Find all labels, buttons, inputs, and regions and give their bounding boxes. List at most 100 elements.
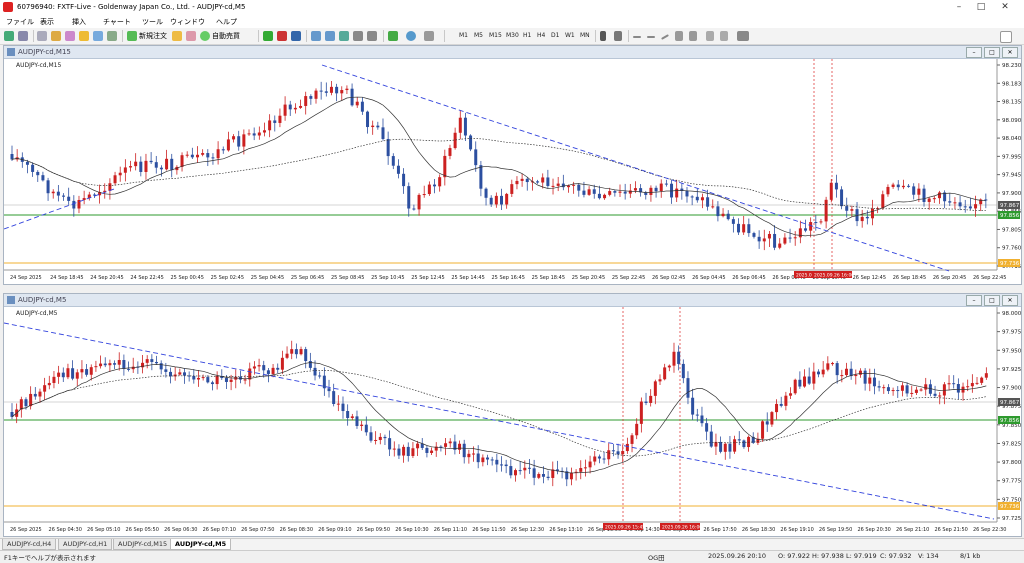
time-label: 26 Sep 19:10 <box>780 527 813 533</box>
horizontal-line-icon[interactable] <box>647 36 655 38</box>
candle-body <box>192 375 196 380</box>
autoscroll-icon[interactable] <box>353 31 363 41</box>
time-label: 26 Sep 12:30 <box>511 527 544 533</box>
trendline[interactable] <box>321 64 950 272</box>
label-icon[interactable] <box>720 31 728 41</box>
zoom-out-icon[interactable] <box>325 31 335 41</box>
chart2-close-button[interactable]: ✕ <box>1002 295 1018 306</box>
candle-body <box>308 361 312 368</box>
menu-help[interactable]: ヘルプ <box>216 17 237 27</box>
candle-body <box>891 184 895 187</box>
candle-body <box>625 443 629 452</box>
candle-body <box>541 177 545 183</box>
price-chart-m15[interactable]: AUDJPY-cd,M15 98.230 98.183 98.135 98.090 98.… <box>4 59 1021 283</box>
candle-body <box>85 369 89 375</box>
window-icon[interactable] <box>37 31 47 41</box>
candle-body <box>422 194 426 196</box>
search-icon[interactable] <box>1000 31 1012 43</box>
fibonacci-icon[interactable] <box>689 31 697 41</box>
candle-body <box>804 228 808 231</box>
tf-mn[interactable]: MN <box>580 32 590 39</box>
navigator-icon[interactable] <box>79 31 89 41</box>
metaeditor-icon[interactable] <box>172 31 182 41</box>
line-chart-icon[interactable] <box>291 31 301 41</box>
menu-file[interactable]: ファイル <box>6 17 34 27</box>
profiles-icon[interactable] <box>18 31 28 41</box>
status-open: O: 97.922 <box>778 552 811 560</box>
crosshair-icon[interactable] <box>614 31 622 41</box>
candle-body <box>658 379 662 382</box>
chart1-minimize-button[interactable]: – <box>966 47 982 58</box>
tab-audjpy-h4[interactable]: AUDJPY-cd,H4 <box>2 539 57 550</box>
tab-audjpy-m5[interactable]: AUDJPY-cd,M5 <box>170 539 232 550</box>
equidistant-channel-icon[interactable] <box>675 31 683 41</box>
tf-m15[interactable]: M15 <box>489 32 502 39</box>
indicators-icon[interactable] <box>388 31 398 41</box>
chart-shift-icon[interactable] <box>367 31 377 41</box>
time-label: 24 Sep 2025 <box>10 275 42 281</box>
candle-body <box>907 185 911 187</box>
tf-m30[interactable]: M30 <box>506 32 519 39</box>
close-icon[interactable]: ✕ <box>996 2 1014 13</box>
time-label: 26 Sep 22:45 <box>973 275 1006 281</box>
signals-icon[interactable] <box>186 31 196 41</box>
menu-chart[interactable]: チャート <box>103 17 131 27</box>
chart-window-m15-title: AUDJPY-cd,M15 <box>18 48 71 56</box>
vertical-line-icon[interactable] <box>633 36 641 38</box>
menu-insert[interactable]: 挿入 <box>72 17 86 27</box>
candle-body <box>705 423 709 432</box>
bar-chart-icon[interactable] <box>263 31 273 41</box>
tile-windows-icon[interactable] <box>339 31 349 41</box>
status-high: H: 97.938 <box>812 552 844 560</box>
data-window-icon[interactable] <box>65 31 75 41</box>
tf-d1[interactable]: D1 <box>551 32 559 39</box>
minimize-icon[interactable]: – <box>950 2 968 13</box>
cursor-icon[interactable] <box>600 31 606 41</box>
periods-icon[interactable] <box>406 31 416 41</box>
auto-trade-icon[interactable] <box>200 31 210 41</box>
new-order-button[interactable]: 新規注文 <box>139 31 167 41</box>
candle-body <box>569 472 573 480</box>
trendline[interactable] <box>4 322 995 520</box>
candle-body <box>458 117 462 133</box>
tf-h4[interactable]: H4 <box>537 32 545 39</box>
maximize-icon[interactable]: □ <box>972 2 990 13</box>
arrows-icon[interactable] <box>737 31 749 41</box>
new-chart-icon[interactable] <box>4 31 14 41</box>
trendline-icon[interactable] <box>661 34 669 40</box>
new-order-icon[interactable] <box>127 31 137 41</box>
menu-window[interactable]: ウィンドウ <box>170 17 205 27</box>
menu-tools[interactable]: ツール <box>142 17 163 27</box>
candle-body <box>633 188 637 191</box>
tf-m5[interactable]: M5 <box>474 32 483 39</box>
chart1-close-button[interactable]: ✕ <box>1002 47 1018 58</box>
tf-m1[interactable]: M1 <box>459 32 468 39</box>
candle-body <box>118 172 122 176</box>
market-watch-icon[interactable] <box>51 31 61 41</box>
tab-audjpy-m15[interactable]: AUDJPY-cd,M15 <box>113 539 173 550</box>
chart1-maximize-button[interactable]: □ <box>984 47 1000 58</box>
candle-body <box>919 389 923 391</box>
text-icon[interactable] <box>706 31 714 41</box>
tab-audjpy-h1[interactable]: AUDJPY-cd,H1 <box>58 539 113 550</box>
price-label: 97.950 <box>1002 348 1021 354</box>
menu-view[interactable]: 表示 <box>40 17 54 27</box>
terminal-icon[interactable] <box>93 31 103 41</box>
candle-body <box>968 206 972 209</box>
zoom-in-icon[interactable] <box>311 31 321 41</box>
price-label: 97.900 <box>1002 386 1021 392</box>
tf-w1[interactable]: W1 <box>565 32 575 39</box>
tester-icon[interactable] <box>107 31 117 41</box>
candle-body <box>201 377 205 379</box>
chart2-minimize-button[interactable]: – <box>966 295 982 306</box>
candlesticks-icon[interactable] <box>277 31 287 41</box>
candle-body <box>283 104 287 116</box>
candle-body <box>970 383 974 387</box>
candle-body <box>329 86 333 93</box>
chart2-maximize-button[interactable]: □ <box>984 295 1000 306</box>
time-label: 26 Sep 21:50 <box>934 527 967 533</box>
templates-icon[interactable] <box>424 31 434 41</box>
auto-trade-button[interactable]: 自動売買 <box>212 31 240 41</box>
tf-h1[interactable]: H1 <box>523 32 531 39</box>
price-chart-m5[interactable]: AUDJPY-cd,M5 98.000 97.975 97.950 97.925 97.9… <box>4 307 1021 535</box>
